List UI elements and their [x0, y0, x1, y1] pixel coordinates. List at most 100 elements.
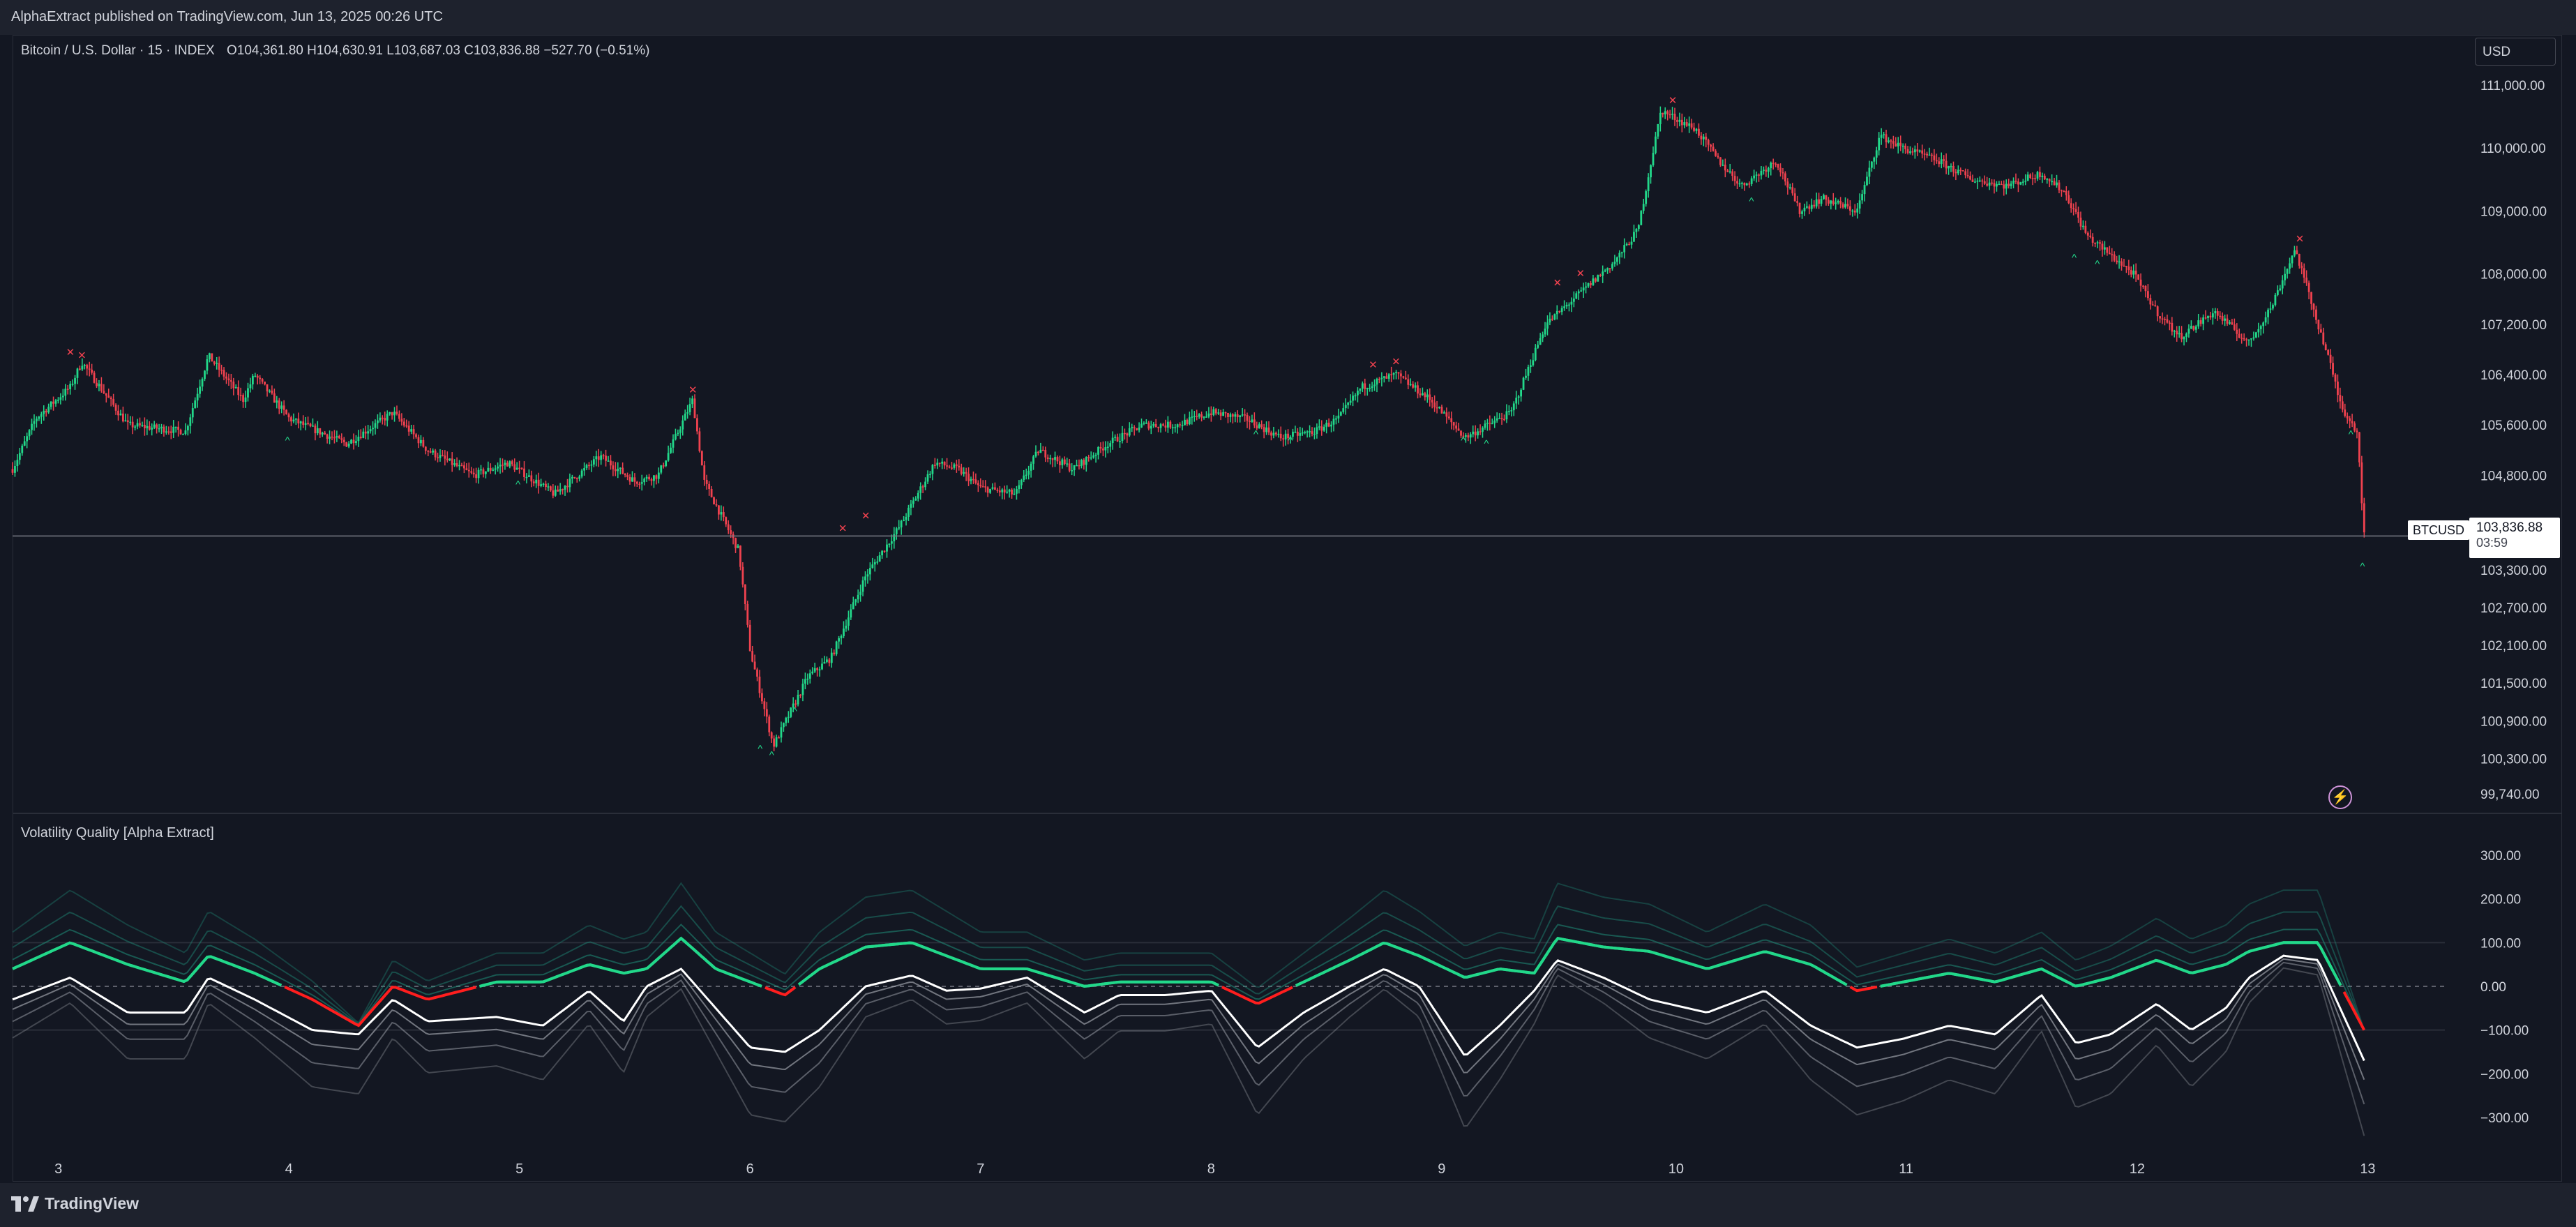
ohlc-high: H104,630.91 — [307, 43, 383, 58]
candle-body — [2319, 329, 2322, 333]
candle-body — [331, 436, 333, 438]
candle-body — [249, 384, 252, 389]
candle-body — [407, 426, 410, 432]
candle-body — [1655, 136, 1657, 153]
chart-canvas[interactable]: 111,000.00 110,000.00 109,000.00 108,000.00… — [0, 0, 2576, 1227]
candle-body — [2074, 209, 2077, 212]
candle-body — [979, 485, 982, 487]
candle-body — [1664, 111, 1666, 114]
candle-body — [575, 478, 578, 479]
candle-body — [1496, 418, 1498, 421]
candle-body — [2221, 315, 2224, 321]
candle-body — [1390, 374, 1393, 376]
candle-body — [1883, 134, 1885, 135]
candle-body — [1710, 144, 1712, 147]
candle-body — [1911, 151, 1914, 153]
candle-body — [2317, 319, 2320, 330]
candle-body — [2341, 401, 2344, 410]
candle-body — [2139, 279, 2142, 286]
candle-body — [799, 695, 801, 696]
candle-body — [1969, 176, 1971, 180]
candle-body — [1587, 283, 1590, 287]
candle-body — [770, 732, 773, 739]
indicator-legend[interactable]: Volatility Quality [Alpha Extract] — [21, 825, 214, 841]
tradingview-logo[interactable]: TradingView — [11, 1194, 139, 1213]
candle-body — [160, 426, 163, 428]
candle-body — [905, 517, 907, 520]
candle-body — [1539, 338, 1542, 345]
candle-body — [943, 461, 946, 466]
candle-body — [2197, 320, 2200, 326]
candle-body — [1181, 425, 1184, 427]
candle-body — [2363, 503, 2365, 533]
candle-body — [854, 599, 857, 603]
candle-body — [933, 465, 936, 466]
candle-body — [559, 489, 562, 492]
candle-body — [163, 426, 165, 433]
candle-body — [151, 428, 153, 430]
candle-body — [122, 413, 124, 422]
candle-body — [700, 451, 703, 466]
candle-body — [1482, 428, 1484, 432]
candle-body — [958, 465, 961, 468]
candle-body — [1037, 451, 1039, 453]
signal-marker: ✕ — [1369, 359, 1378, 371]
candle-body — [900, 520, 903, 528]
candle-body — [2229, 322, 2231, 324]
candle-body — [1109, 443, 1112, 447]
candle-body — [1085, 457, 1087, 465]
vq-white-line — [12, 954, 2365, 1062]
candle-body — [1455, 425, 1458, 429]
candle-body — [1400, 373, 1402, 377]
lightning-icon[interactable]: ⚡ — [2328, 785, 2352, 809]
candle-body — [196, 393, 199, 401]
candle-body — [1688, 123, 1691, 126]
candle-body — [2056, 182, 2058, 186]
candle-body — [2194, 326, 2197, 330]
candle-body — [1474, 431, 1477, 436]
candle-body — [778, 737, 780, 739]
candle-body — [1159, 424, 1162, 428]
candle-body — [1352, 396, 1354, 401]
candle-body — [816, 668, 819, 670]
candle-body — [2269, 308, 2272, 310]
candle-body — [2091, 236, 2094, 243]
candle-body — [2154, 305, 2157, 307]
candle-body — [1054, 457, 1056, 460]
candle-body — [398, 414, 400, 419]
candle-body — [1332, 419, 1335, 425]
candle-body — [2236, 329, 2238, 334]
candle-body — [1560, 308, 1563, 313]
candle-body — [242, 395, 244, 402]
signal-marker: ^ — [515, 479, 520, 490]
candle-body — [1011, 489, 1013, 495]
currency-selector[interactable]: USD — [2475, 38, 2556, 66]
time-axis-label: 10 — [1669, 1161, 1684, 1177]
candle-body — [953, 464, 956, 468]
symbol-name[interactable]: Bitcoin / U.S. Dollar · 15 · INDEX — [21, 43, 215, 58]
candle-body — [1558, 310, 1561, 313]
signal-marker: ^ — [1749, 195, 1754, 207]
candle-body — [1748, 183, 1751, 185]
candle-body — [2219, 315, 2222, 317]
candle-body — [1628, 243, 1630, 246]
candle-body — [1793, 193, 1796, 202]
signal-marker: ^ — [1484, 438, 1489, 450]
last-price-symbol: BTCUSD — [2408, 520, 2469, 540]
candle-body — [1270, 432, 1272, 436]
signal-marker: ^ — [2072, 253, 2077, 264]
candle-body — [951, 467, 953, 469]
candle-body — [208, 353, 211, 359]
candle-body — [1520, 389, 1523, 397]
tradingview-brand: TradingView — [45, 1194, 140, 1212]
candle-body — [1890, 140, 1892, 142]
candle-body — [172, 426, 175, 433]
candle-body — [254, 375, 257, 377]
candle-body — [329, 436, 331, 439]
candle-body — [2063, 190, 2065, 193]
candle-body — [511, 461, 513, 465]
candle-body — [1779, 167, 1782, 172]
indicator-tick-label: 0.00 — [2480, 980, 2506, 995]
candle-body — [1683, 122, 1686, 126]
candle-body — [768, 716, 771, 732]
